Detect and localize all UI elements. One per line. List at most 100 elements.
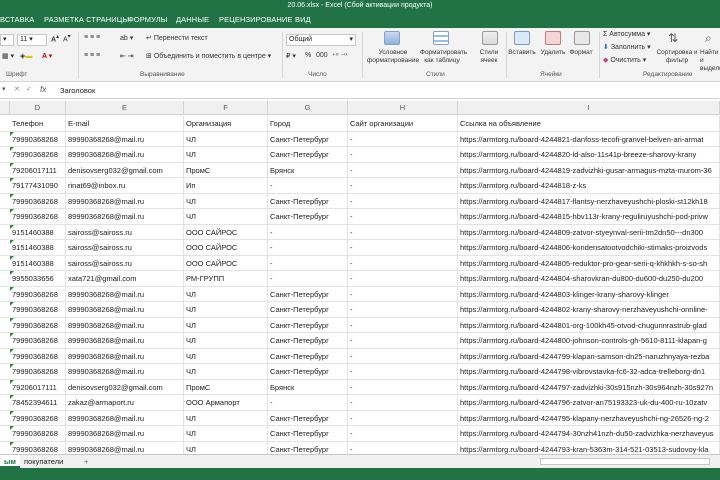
grow-font-icon[interactable]: A▴ — [51, 34, 59, 43]
cell-org[interactable]: ЧЛ — [184, 131, 268, 147]
cell-site[interactable]: - — [348, 410, 458, 426]
merge-center-button[interactable]: ⊞ Объединить и поместить в центре ▾ — [146, 52, 271, 60]
cell-org[interactable]: РМ-ГРУПП — [184, 271, 268, 286]
cell-site[interactable]: - — [348, 240, 458, 255]
cell-email[interactable]: 89990368268@mail.ru — [66, 147, 184, 162]
cell-link[interactable]: https://armtorg.ru/board-4244821-danfoss… — [458, 131, 720, 147]
cell-email[interactable]: 89990368268@mail.ru — [66, 410, 184, 426]
orientation-icon[interactable]: ab ▾ — [120, 34, 133, 42]
tab-page-layout[interactable]: РАЗМЕТКА СТРАНИЦЫ — [44, 11, 129, 28]
header-cell-phone[interactable]: Телефон — [10, 116, 66, 131]
cell-link[interactable]: https://armtorg.ru/board-4244798-vibrovs… — [458, 364, 720, 379]
cell-phone[interactable]: 9151460388 — [10, 240, 66, 255]
cell-site[interactable]: - — [348, 224, 458, 240]
insert-cells-button[interactable]: Вставить — [506, 49, 538, 57]
align-left-icon[interactable]: ≡ ≡ ≡ — [84, 52, 100, 59]
cell-city[interactable]: Санкт-Петербург — [268, 333, 348, 348]
border-icon[interactable]: ▦ ▾ — [2, 52, 14, 60]
cell-org[interactable]: ЧЛ — [184, 286, 268, 302]
font-name-dropdown[interactable]: ▾ — [0, 34, 14, 46]
cell-org[interactable]: ООО САЙРОС — [184, 255, 268, 271]
cell-city[interactable]: Санкт-Петербург — [268, 426, 348, 441]
cell-city[interactable]: Санкт-Петербург — [268, 302, 348, 317]
name-box-dropdown-icon[interactable]: ▾ — [2, 85, 6, 93]
cell-link[interactable]: https://armtorg.ru/board-4244806-kondens… — [458, 240, 720, 255]
cell-link[interactable]: https://armtorg.ru/board-4244819-zadvizh… — [458, 162, 720, 178]
cell-email[interactable]: 89990368268@mail.ru — [66, 426, 184, 441]
cell-site[interactable]: - — [348, 147, 458, 162]
cell-phone[interactable]: 79990368268 — [10, 131, 66, 147]
cell-email[interactable]: denisovserg032@gmail.com — [66, 162, 184, 178]
cell-link[interactable]: https://armtorg.ru/board-4244818-z-ks — [458, 178, 720, 193]
cell-org[interactable]: ЧЛ — [184, 193, 268, 209]
add-sheet-icon[interactable]: + — [80, 455, 92, 468]
cell-org[interactable]: ЧЛ — [184, 410, 268, 426]
cell-org[interactable]: ЧЛ — [184, 147, 268, 162]
fill-button[interactable]: ⬇ Заполнить ▾ — [603, 43, 651, 51]
cell-email[interactable]: xata721@gmail.com — [66, 271, 184, 286]
cell-site[interactable]: - — [348, 162, 458, 178]
cell-city[interactable]: Санкт-Петербург — [268, 209, 348, 224]
cell-org[interactable]: ООО Армапорт — [184, 395, 268, 410]
formula-input[interactable]: Заголовок — [60, 86, 95, 95]
cell-org[interactable]: ЧЛ — [184, 364, 268, 379]
cell-email[interactable]: rinat69@inbox.ru — [66, 178, 184, 193]
cell-org[interactable]: Ип — [184, 178, 268, 193]
column-header-e[interactable]: E — [66, 101, 184, 115]
cell-site[interactable]: - — [348, 348, 458, 364]
cell-phone[interactable]: 79206017111 — [10, 379, 66, 395]
cell-link[interactable]: https://armtorg.ru/board-4244797-zadvizh… — [458, 379, 720, 395]
font-size-dropdown[interactable]: 11 ▾ — [17, 34, 47, 46]
cell-phone[interactable]: 79990368268 — [10, 317, 66, 333]
cell-phone[interactable]: 79206017111 — [10, 162, 66, 178]
align-top-icon[interactable]: ≡ ≡ ≡ — [84, 34, 100, 41]
cell-org[interactable]: ЧЛ — [184, 348, 268, 364]
cell-email[interactable]: zakaz@armaport.ru — [66, 395, 184, 410]
sort-filter-icon[interactable]: ⇅ — [668, 31, 684, 45]
cell-site[interactable]: - — [348, 302, 458, 317]
tab-review[interactable]: РЕЦЕНЗИРОВАНИЕ — [219, 11, 293, 28]
wrap-text-button[interactable]: ↵ Перенести текст — [146, 34, 208, 42]
sort-filter-button[interactable]: Сортировка и фильтр — [655, 49, 699, 65]
insert-cells-icon[interactable] — [514, 31, 530, 45]
cell-link[interactable]: https://armtorg.ru/board-4244794-30nzh41… — [458, 426, 720, 441]
column-header-h[interactable]: H — [348, 101, 458, 115]
cell-phone[interactable]: 79177431090 — [10, 178, 66, 193]
insert-function-icon[interactable]: fx — [40, 85, 46, 94]
font-color-icon[interactable]: A ▾ — [42, 52, 52, 60]
cell-city[interactable]: - — [268, 240, 348, 255]
cell-site[interactable]: - — [348, 131, 458, 147]
cell-phone[interactable]: 79990368268 — [10, 333, 66, 348]
tab-data[interactable]: ДАННЫЕ — [176, 11, 209, 28]
header-cell-site[interactable]: Сайт организации — [348, 116, 458, 131]
cell-link[interactable]: https://armtorg.ru/board-4244804-sharovk… — [458, 271, 720, 286]
cell-city[interactable]: - — [268, 395, 348, 410]
select-all-corner[interactable] — [0, 101, 10, 115]
cell-city[interactable]: Санкт-Петербург — [268, 410, 348, 426]
cell-site[interactable]: - — [348, 395, 458, 410]
fill-color-icon[interactable]: ◈▬ — [20, 52, 32, 60]
cell-email[interactable]: saiross@saiross.ru — [66, 240, 184, 255]
cell-site[interactable]: - — [348, 286, 458, 302]
cell-org[interactable]: ООО САЙРОС — [184, 240, 268, 255]
cell-email[interactable]: saiross@saiross.ru — [66, 255, 184, 271]
column-header-i[interactable]: I — [458, 101, 720, 115]
cell-phone[interactable]: 9151460388 — [10, 255, 66, 271]
thousands-button[interactable]: 000 — [316, 52, 328, 59]
horizontal-scrollbar[interactable] — [540, 458, 710, 465]
header-cell-org[interactable]: Организация — [184, 116, 268, 131]
cell-link[interactable]: https://armtorg.ru/board-4244799-klapan-… — [458, 348, 720, 364]
cell-email[interactable]: 89990368268@mail.ru — [66, 333, 184, 348]
cell-site[interactable]: - — [348, 333, 458, 348]
cell-org[interactable]: ЧЛ — [184, 317, 268, 333]
cell-site[interactable]: - — [348, 255, 458, 271]
cell-org[interactable]: ЧЛ — [184, 209, 268, 224]
cell-phone[interactable]: 79990368268 — [10, 364, 66, 379]
cell-city[interactable]: Брянск — [268, 379, 348, 395]
cell-email[interactable]: saiross@saiross.ru — [66, 224, 184, 240]
cell-phone[interactable]: 79990368268 — [10, 302, 66, 317]
cell-phone[interactable]: 79990368268 — [10, 426, 66, 441]
cell-city[interactable]: Санкт-Петербург — [268, 286, 348, 302]
cell-org[interactable]: ПромС — [184, 162, 268, 178]
cell-city[interactable]: Санкт-Петербург — [268, 147, 348, 162]
